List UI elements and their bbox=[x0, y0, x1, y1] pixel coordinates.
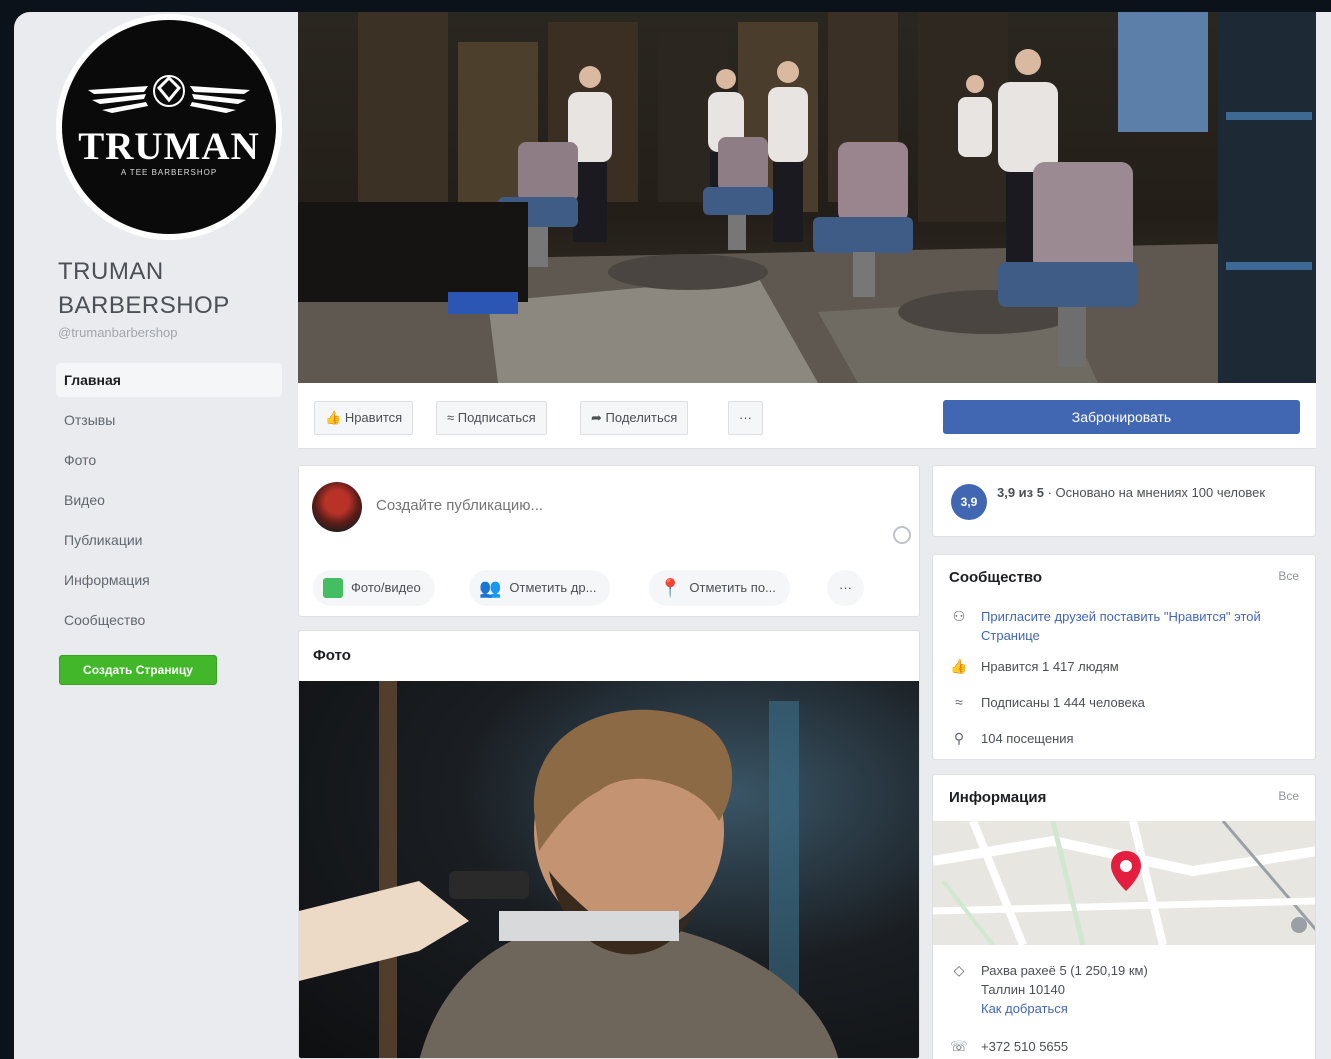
page-avatar[interactable]: TRUMAN A TEE BARBERSHOP bbox=[56, 14, 282, 240]
page-handle[interactable]: @trumanbarbershop bbox=[58, 325, 177, 340]
photo-video-label: Фото/видео bbox=[351, 580, 421, 595]
followers-row: ≈ Подписаны 1 444 человека bbox=[949, 693, 1299, 712]
photo-thumbnail[interactable] bbox=[299, 681, 919, 1058]
like-page-button[interactable]: 👍 Нравится bbox=[314, 401, 414, 435]
community-see-all-link[interactable]: Все bbox=[1278, 569, 1299, 586]
checkins-row: ⚲ 104 посещения bbox=[949, 729, 1299, 748]
info-card: Информация Все ◇ Рахва рахеё 5 (1 250,19… bbox=[932, 774, 1316, 1059]
rating-badge: 3,9 bbox=[951, 484, 987, 520]
phone-icon: ☏ bbox=[950, 1038, 968, 1054]
location-pin-icon: 📍 bbox=[659, 578, 682, 598]
like-label: Нравится bbox=[344, 410, 403, 425]
share-label: Поделиться bbox=[605, 410, 678, 425]
cover-photo[interactable] bbox=[298, 12, 1316, 383]
map-pin-icon bbox=[1111, 851, 1141, 891]
logo-subtitle: A TEE BARBERSHOP bbox=[120, 168, 218, 177]
thumbs-up-icon: 👍 bbox=[325, 410, 342, 425]
phone-number[interactable]: +372 510 5655 bbox=[981, 1037, 1068, 1056]
info-title: Информация bbox=[949, 789, 1047, 806]
address-city: Таллин 10140 bbox=[981, 982, 1065, 997]
haircut-photo-illustration bbox=[299, 681, 839, 1058]
nav-item-reviews[interactable]: Отзывы bbox=[56, 403, 282, 443]
tag-friends-label: Отметить др... bbox=[509, 580, 597, 595]
nav-item-home[interactable]: Главная bbox=[56, 363, 282, 397]
more-actions-button[interactable]: ··· bbox=[728, 401, 763, 435]
photos-title: Фото bbox=[313, 647, 351, 664]
community-title: Сообщество bbox=[949, 569, 1043, 586]
phone-row[interactable]: ☏ +372 510 5655 bbox=[949, 1037, 1299, 1056]
follow-icon: ≈ bbox=[955, 694, 963, 710]
page-name[interactable]: TRUMAN BARBERSHOP bbox=[58, 255, 278, 323]
rss-icon: ≈ bbox=[447, 410, 455, 425]
page-action-bar: 👍 Нравится ≈ Подписаться ➦ Поделиться ··… bbox=[298, 383, 1316, 449]
photo-icon bbox=[323, 578, 343, 598]
book-now-button[interactable]: Забронировать bbox=[943, 400, 1300, 434]
invite-friends-link[interactable]: Пригласите друзей поставить "Нравится" э… bbox=[981, 607, 1299, 645]
checkins-count: 104 посещения bbox=[981, 731, 1074, 746]
photo-video-button[interactable]: Фото/видео bbox=[313, 570, 435, 606]
post-composer: Фото/видео 👥 Отметить др... 📍 Отметить п… bbox=[298, 465, 920, 617]
check-in-button[interactable]: 📍 Отметить по... bbox=[649, 570, 790, 606]
address-street: Рахва рахеё 5 (1 250,19 км) bbox=[981, 963, 1148, 978]
community-header: Сообщество Все bbox=[949, 569, 1299, 586]
directions-link[interactable]: Как добраться bbox=[981, 1001, 1068, 1016]
follow-label: Подписаться bbox=[457, 410, 536, 425]
address-block: Рахва рахеё 5 (1 250,19 км) Таллин 10140… bbox=[981, 961, 1148, 1018]
nav-item-posts[interactable]: Публикации bbox=[56, 523, 282, 563]
wings-emblem-icon bbox=[88, 75, 250, 113]
nav-item-about[interactable]: Информация bbox=[56, 563, 282, 603]
checkin-icon: ⚲ bbox=[953, 730, 965, 746]
invite-icon: ⚇ bbox=[952, 608, 966, 624]
info-see-all-link[interactable]: Все bbox=[1278, 789, 1299, 806]
left-sidebar: TRUMAN A TEE BARBERSHOP TRUMAN BARBERSHO… bbox=[14, 12, 296, 1059]
create-post-input[interactable] bbox=[376, 497, 856, 514]
likes-row: 👍 Нравится 1 417 людям bbox=[949, 657, 1299, 676]
community-card: Сообщество Все ⚇ Пригласите друзей поста… bbox=[932, 554, 1316, 760]
check-in-label: Отметить по... bbox=[689, 580, 776, 595]
like-icon: 👍 bbox=[950, 658, 968, 674]
user-avatar[interactable] bbox=[312, 482, 362, 532]
emoji-icon[interactable] bbox=[893, 526, 911, 544]
create-page-button[interactable]: Создать Страницу bbox=[59, 655, 217, 685]
rating-basis: · Основано на мнениях 100 человек bbox=[1047, 485, 1266, 500]
logo-title: TRUMAN bbox=[78, 125, 260, 168]
address-pin-icon: ◇ bbox=[953, 962, 965, 978]
barbershop-interior-illustration bbox=[298, 12, 1316, 383]
composer-more-button[interactable]: ··· bbox=[827, 570, 864, 606]
rating-score: 3,9 из 5 bbox=[997, 485, 1044, 500]
truman-logo: TRUMAN A TEE BARBERSHOP bbox=[62, 20, 276, 234]
likes-count: Нравится 1 417 людям bbox=[981, 659, 1119, 674]
share-page-button[interactable]: ➦ Поделиться bbox=[580, 401, 689, 435]
nav-item-videos[interactable]: Видео bbox=[56, 483, 282, 523]
location-map[interactable] bbox=[933, 821, 1315, 945]
follow-page-button[interactable]: ≈ Подписаться bbox=[436, 401, 547, 435]
info-header: Информация Все bbox=[949, 789, 1299, 806]
invite-friends-row[interactable]: ⚇ Пригласите друзей поставить "Нравится"… bbox=[949, 607, 1299, 645]
share-arrow-icon: ➦ bbox=[591, 410, 602, 425]
rating-text: 3,9 из 5 · Основано на мнениях 100 челов… bbox=[997, 483, 1297, 502]
followers-count: Подписаны 1 444 человека bbox=[981, 695, 1145, 710]
address-row: ◇ Рахва рахеё 5 (1 250,19 км) Таллин 101… bbox=[949, 961, 1299, 1018]
nav-item-community[interactable]: Сообщество bbox=[56, 603, 282, 643]
rating-card[interactable]: 3,9 3,9 из 5 · Основано на мнениях 100 ч… bbox=[932, 465, 1316, 537]
nav-item-photos[interactable]: Фото bbox=[56, 443, 282, 483]
photos-card: Фото bbox=[298, 630, 920, 1059]
facebook-page: TRUMAN A TEE BARBERSHOP TRUMAN BARBERSHO… bbox=[14, 12, 1331, 1059]
tag-friends-button[interactable]: 👥 Отметить др... bbox=[469, 570, 611, 606]
tag-people-icon: 👥 bbox=[479, 578, 502, 598]
page-nav: Главная Отзывы Фото Видео Публикации Инф… bbox=[56, 363, 282, 643]
